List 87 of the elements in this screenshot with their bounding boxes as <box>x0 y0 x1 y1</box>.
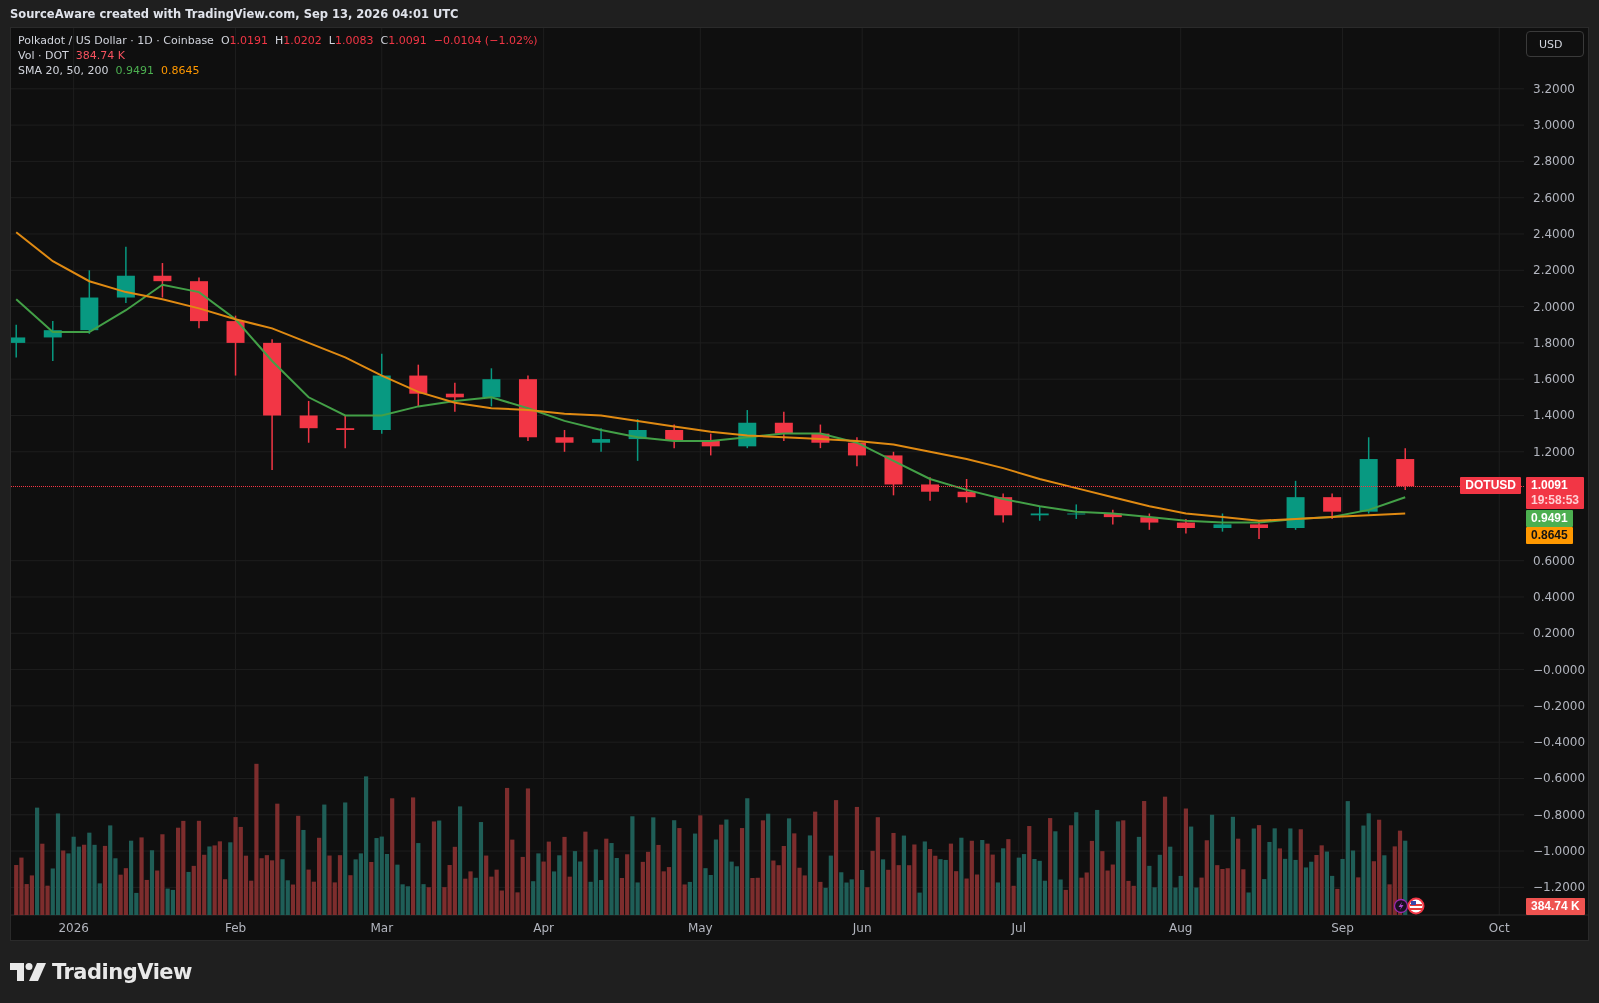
countdown-timer: 19:58:53 <box>1531 493 1580 509</box>
candlestick <box>1213 512 1232 533</box>
price-label: −0.0000 <box>1533 662 1586 677</box>
symbol-title: Polkadot / US Dollar · 1D · Coinbase <box>18 34 214 47</box>
candlestick <box>1067 503 1086 520</box>
candlestick <box>153 262 172 299</box>
brand-name: TradingView <box>52 960 192 984</box>
price-label: −0.8000 <box>1533 807 1586 822</box>
currency-button[interactable]: USD <box>1526 31 1584 57</box>
candlestick <box>592 427 611 453</box>
ohlc-value: H1.0202 <box>275 34 322 47</box>
price-label: 1.8000 <box>1533 335 1575 350</box>
candlestick <box>1396 447 1415 491</box>
candlestick <box>482 367 501 408</box>
candlestick <box>921 476 940 502</box>
volume-label: Vol · DOT <box>18 49 69 62</box>
price-label: 2.4000 <box>1533 227 1575 241</box>
price-label: 0.6000 <box>1533 553 1575 568</box>
ohlc-value: C1.0091 <box>380 34 427 47</box>
date-label: Mar <box>370 921 394 935</box>
flag-icon[interactable] <box>1407 897 1425 915</box>
candlestick <box>336 414 355 449</box>
candlestick <box>43 320 62 362</box>
indicator-tag: 0.9491 <box>1526 510 1573 528</box>
indicator-value: 0.8645 <box>161 64 200 77</box>
candlestick <box>11 324 26 359</box>
candlestick <box>299 400 318 444</box>
date-label: Feb <box>224 921 247 935</box>
date-label: Sep <box>1331 921 1354 935</box>
price-label: 3.0000 <box>1533 118 1575 133</box>
indicator-value: 0.9491 <box>115 64 154 77</box>
indicator-tag: 0.8645 <box>1526 527 1573 545</box>
price-label: 1.2000 <box>1533 444 1575 459</box>
candlestick <box>628 418 647 462</box>
candlestick <box>518 374 537 442</box>
date-label: 2026 <box>58 921 89 935</box>
candlestick <box>409 363 428 408</box>
candlestick <box>701 432 720 457</box>
date-label: Oct <box>1488 921 1510 935</box>
header-text: SourceAware created with TradingView.com, Sep 13, 2026 04:01 UTC <box>10 6 459 21</box>
price-label: 2.2000 <box>1533 263 1575 278</box>
candlestick <box>774 411 793 442</box>
candlestick <box>1030 505 1049 522</box>
price-label: 0.2000 <box>1533 626 1575 641</box>
ohlc-value: L1.0083 <box>328 34 374 47</box>
date-label: Jul <box>1011 921 1027 935</box>
volume-value: 384.74 K <box>75 49 125 62</box>
price-label: 1.4000 <box>1533 408 1575 423</box>
candlestick <box>80 269 99 335</box>
indicator-label: SMA 20, 50, 200 <box>18 64 109 77</box>
lightning-icon[interactable] <box>1394 898 1409 914</box>
price-label: −1.2000 <box>1533 880 1586 895</box>
candlestick <box>847 436 866 468</box>
candlestick <box>738 409 757 449</box>
date-label: Jun <box>852 921 872 935</box>
candlestick <box>555 429 574 453</box>
candlestick <box>1103 509 1122 526</box>
candlestick <box>1323 492 1342 520</box>
price-label: 2.6000 <box>1533 190 1575 205</box>
candlestick <box>811 423 830 449</box>
price-label: 2.8000 <box>1533 154 1575 169</box>
candlestick <box>957 478 976 504</box>
price-value: 1.0091 <box>1531 478 1569 494</box>
volume-tag: 384.74 K <box>1526 898 1585 915</box>
candlestick <box>445 382 464 413</box>
price-change: −0.0104 (−1.02%) <box>433 34 538 47</box>
price-label: −0.4000 <box>1533 735 1586 750</box>
candlestick <box>116 245 135 304</box>
candlestick <box>1176 518 1195 535</box>
date-label: Apr <box>533 921 554 935</box>
candlestick <box>1140 512 1159 531</box>
price-label: −1.0000 <box>1533 844 1586 859</box>
price-label: 0.4000 <box>1533 590 1575 604</box>
candlestick <box>226 314 245 377</box>
logo-icon <box>10 963 46 981</box>
price-label: −0.6000 <box>1533 771 1586 786</box>
ohlc-value: O1.0191 <box>220 34 269 47</box>
candlestick <box>1286 480 1305 531</box>
price-label: −0.2000 <box>1533 698 1586 713</box>
symbol-tag: DOTUSD <box>1460 477 1521 495</box>
date-label: Aug <box>1169 921 1193 935</box>
price-label: 3.2000 <box>1533 81 1575 96</box>
price-label: 2.0000 <box>1533 299 1575 314</box>
price-label: 1.6000 <box>1533 372 1575 387</box>
candlestick <box>994 492 1013 524</box>
candlestick <box>884 451 903 497</box>
date-label: May <box>687 921 713 935</box>
